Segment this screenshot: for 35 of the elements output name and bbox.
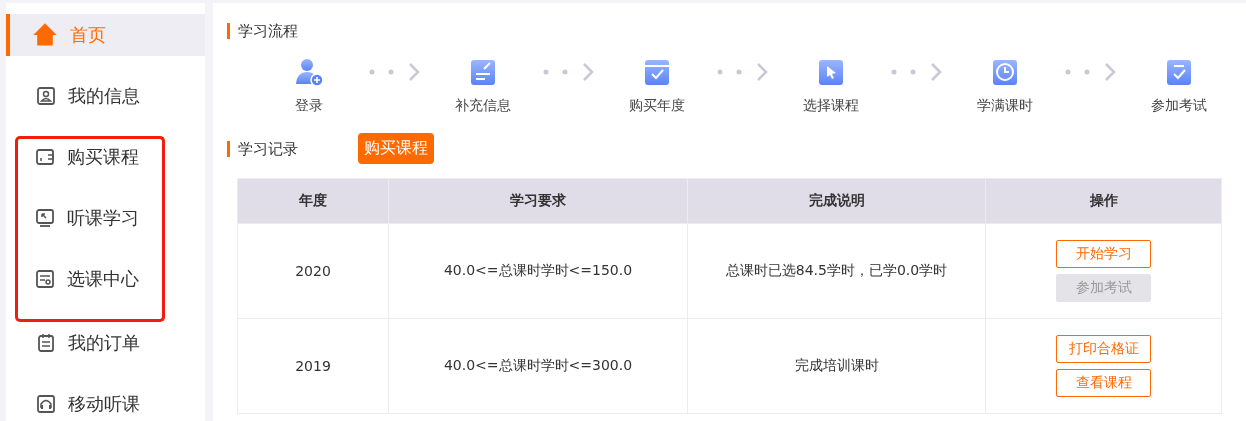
sidebar-item[interactable]: 听课学习 xyxy=(19,197,162,239)
table-cell: 完成培训课时 xyxy=(687,318,986,414)
document-icon xyxy=(35,269,55,289)
section-title: 学习流程 xyxy=(227,23,1235,39)
headphones-icon xyxy=(36,394,56,414)
clock-icon xyxy=(990,57,1020,87)
cursor-icon xyxy=(816,57,846,87)
table-cell: 40.0<=总课时学时<=300.0 xyxy=(388,318,688,414)
step-label: 补充信息 xyxy=(455,97,511,115)
clipboard-icon xyxy=(36,333,56,353)
step-label: 选择课程 xyxy=(803,97,859,115)
table-cell: 40.0<=总课时学时<=150.0 xyxy=(388,223,688,319)
step-label: 登录 xyxy=(295,97,323,115)
section-title: 学习记录 xyxy=(227,140,298,157)
table-cell: 总课时已选84.5学时，已学0.0学时 xyxy=(687,223,986,319)
column-header: 年度 xyxy=(237,178,389,224)
wallet-icon xyxy=(35,147,55,167)
sidebar-item[interactable]: 移动听课 xyxy=(16,383,165,421)
table-cell: 2020 xyxy=(237,223,389,319)
column-header: 完成说明 xyxy=(687,178,986,224)
checklist-icon xyxy=(1164,57,1194,87)
calendar-icon xyxy=(642,57,672,87)
column-header: 学习要求 xyxy=(388,178,688,224)
monitor-icon xyxy=(35,208,55,228)
step-label: 学满课时 xyxy=(977,97,1033,115)
home-icon xyxy=(32,22,58,48)
sidebar-item[interactable]: 我的订单 xyxy=(16,322,165,364)
column-header: 操作 xyxy=(985,178,1222,224)
table-cell: 2019 xyxy=(237,318,389,414)
sidebar-item[interactable]: 我的信息 xyxy=(16,75,165,117)
step-label: 购买年度 xyxy=(629,97,685,115)
form-icon xyxy=(468,57,498,87)
step-label: 参加考试 xyxy=(1151,97,1207,115)
user-add-icon xyxy=(294,57,324,87)
id-card-icon xyxy=(36,86,56,106)
